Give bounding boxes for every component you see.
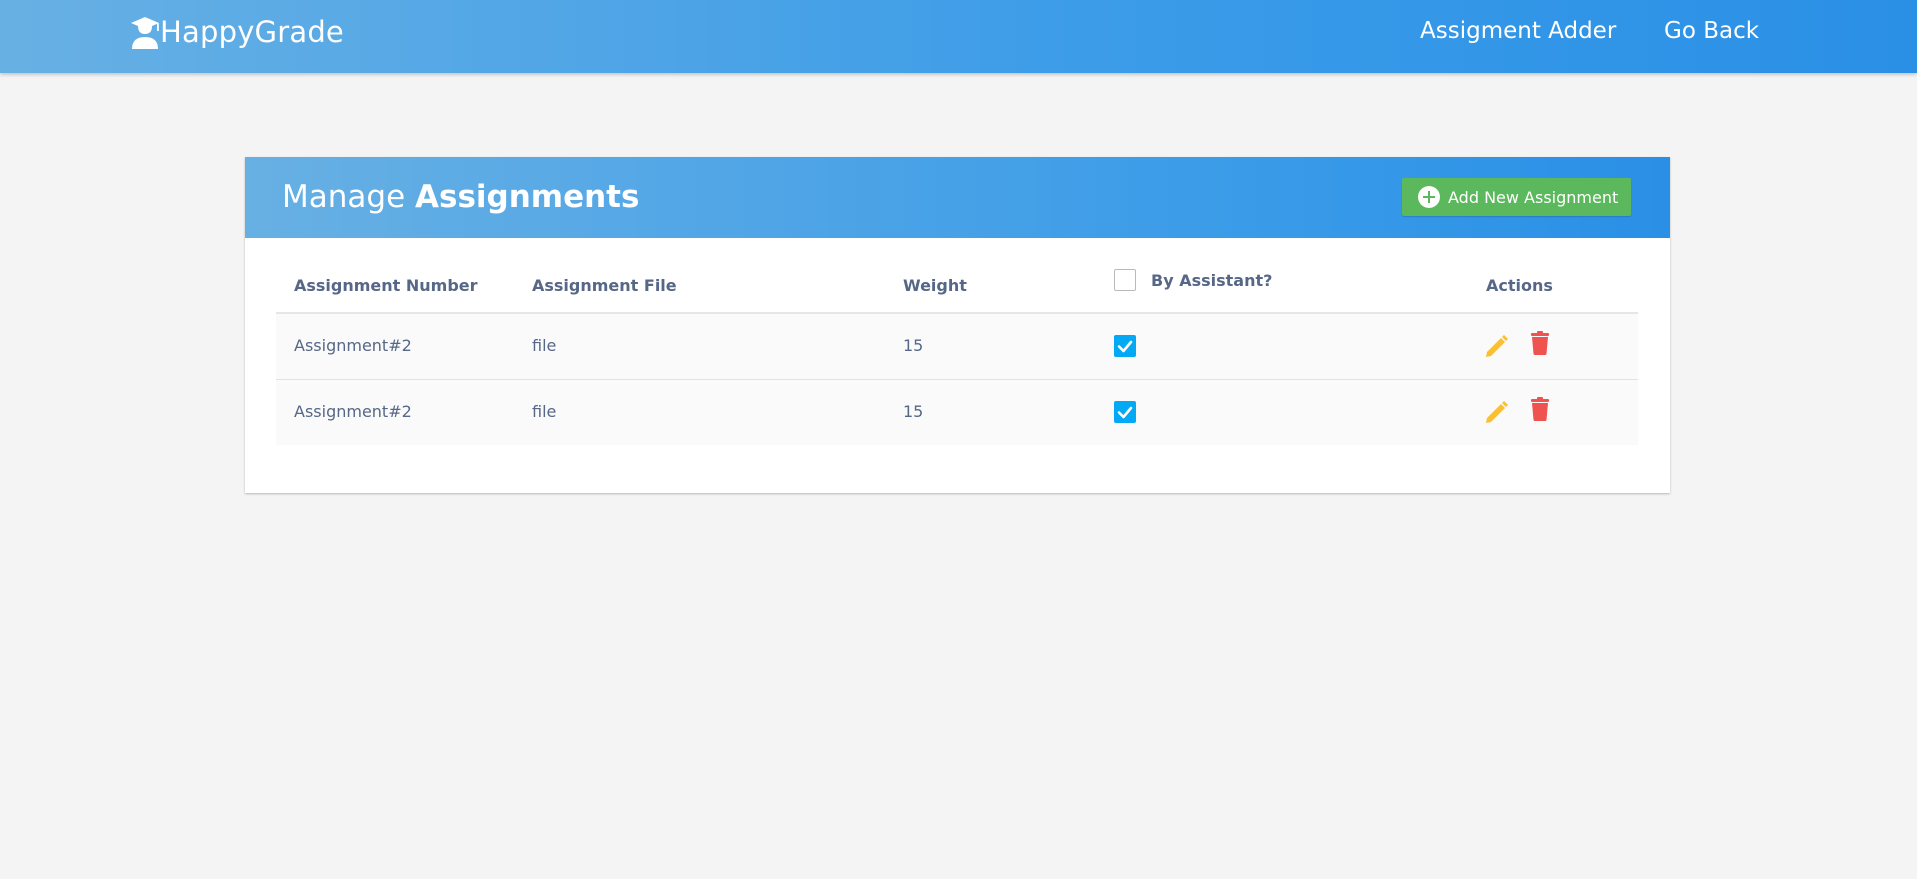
title-bold: Assignments [415,179,640,215]
select-all-checkbox[interactable] [1114,269,1136,291]
table-row: Assignment#2 file 15 [276,380,1638,445]
column-header-weight: Weight [903,276,967,295]
graduate-user-icon [130,15,160,49]
by-assistant-checkbox[interactable] [1114,335,1136,357]
plus-circle-icon [1418,186,1440,208]
check-icon [1117,340,1133,353]
assignment-number-cell: Assignment#2 [294,402,412,421]
delete-trash-icon[interactable] [1529,330,1551,356]
column-header-file: Assignment File [532,276,677,295]
add-new-assignment-button[interactable]: Add New Assignment [1402,178,1631,216]
weight-cell: 15 [903,336,924,355]
nav-link-assignment-adder[interactable]: Assigment Adder [1420,18,1616,44]
column-header-by-assistant: By Assistant? [1151,271,1273,290]
nav-link-go-back[interactable]: Go Back [1664,18,1759,44]
brand-name: HappyGrade [160,15,344,49]
delete-trash-icon[interactable] [1529,396,1551,422]
card-header: Manage Assignments Add New Assignment [245,157,1670,238]
navbar: HappyGrade Assigment Adder Go Back [0,0,1917,73]
table-row: Assignment#2 file 15 [276,314,1638,380]
table-header-row: Assignment Number Assignment File Weight… [276,257,1638,314]
column-header-actions: Actions [1486,276,1553,295]
add-button-label: Add New Assignment [1448,187,1619,207]
column-header-number: Assignment Number [294,276,478,295]
check-icon [1117,406,1133,419]
assignments-table: Assignment Number Assignment File Weight… [276,257,1638,445]
edit-pencil-icon[interactable] [1483,399,1509,425]
brand-link[interactable]: HappyGrade [130,14,344,50]
manage-assignments-card: Manage Assignments Add New Assignment As… [245,157,1670,493]
assignment-number-cell: Assignment#2 [294,336,412,355]
by-assistant-checkbox[interactable] [1114,401,1136,423]
weight-cell: 15 [903,402,924,421]
page-title: Manage Assignments [282,179,639,215]
edit-pencil-icon[interactable] [1483,333,1509,359]
assignment-file-cell: file [532,402,557,421]
assignment-file-cell: file [532,336,557,355]
title-prefix: Manage [282,179,406,215]
